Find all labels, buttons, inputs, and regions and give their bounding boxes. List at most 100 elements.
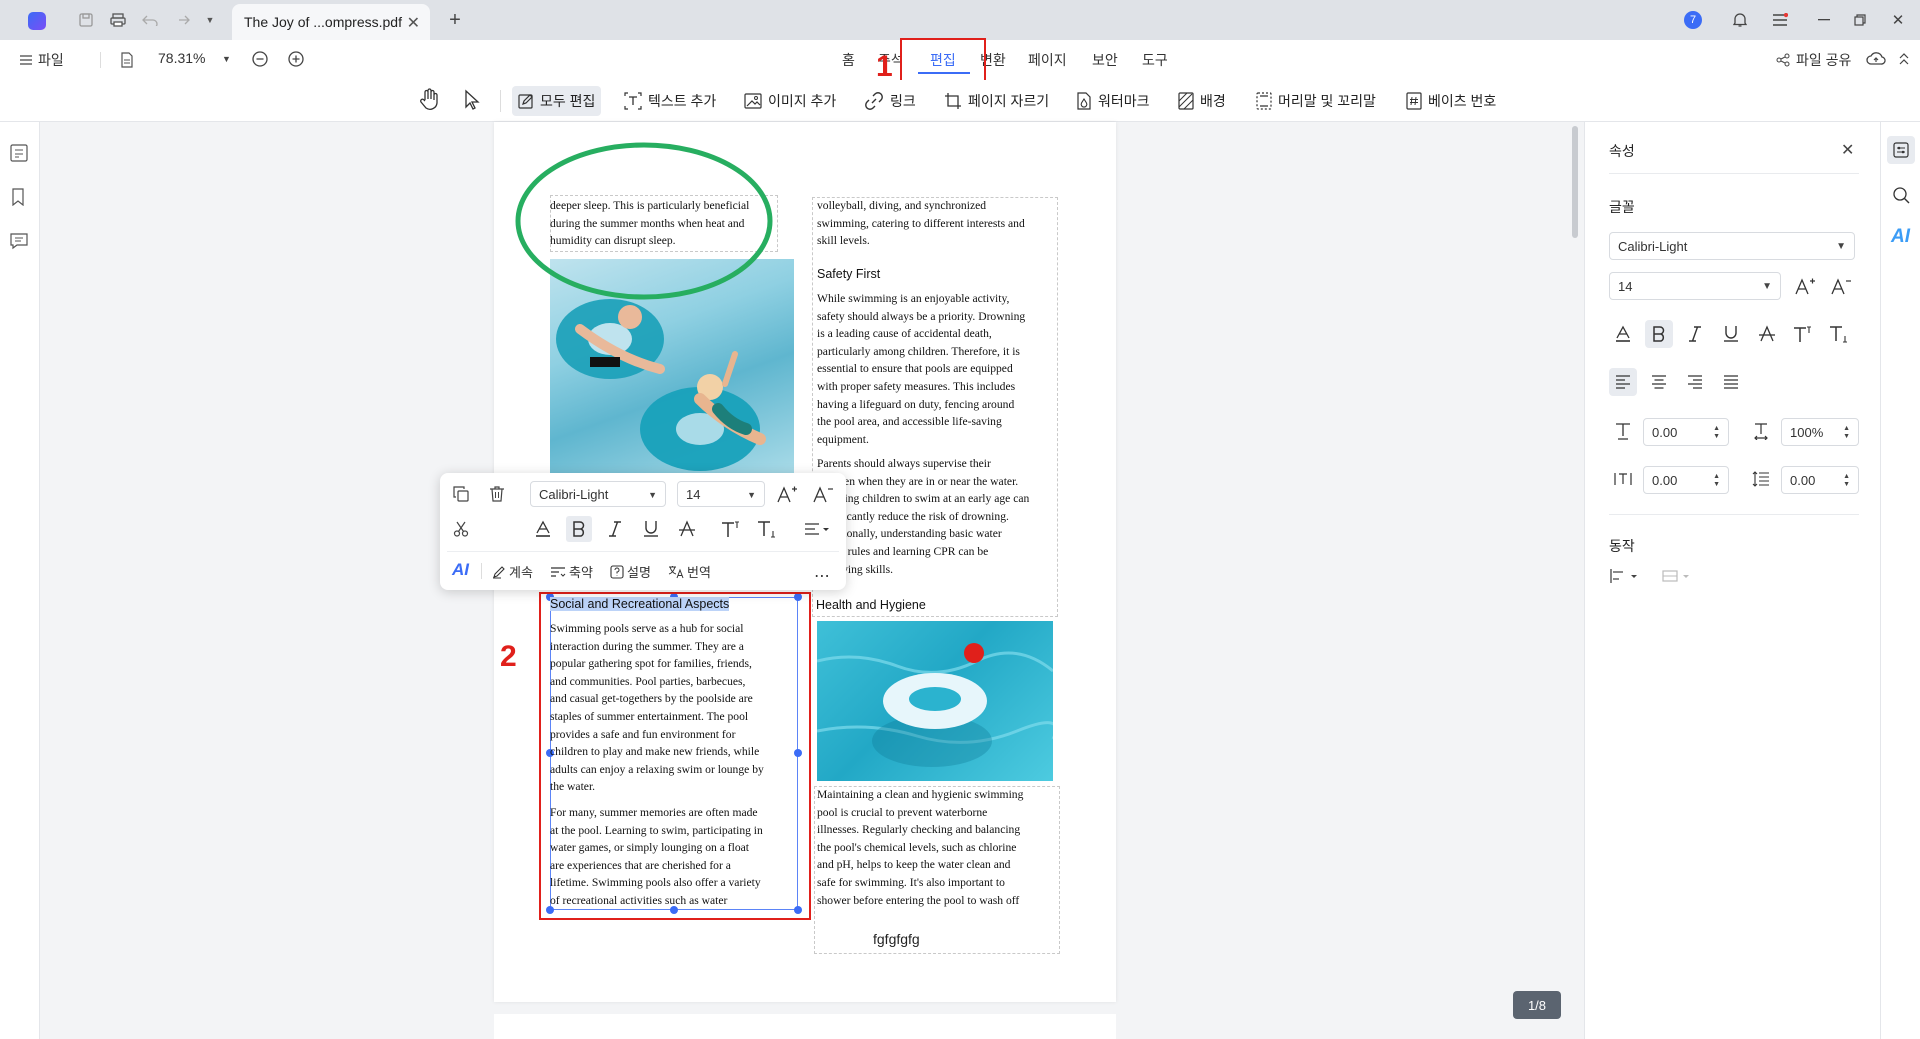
tab-tools[interactable]: 도구 — [1142, 50, 1168, 70]
file-menu[interactable]: 파일 — [20, 50, 64, 70]
ai-assistant-button[interactable]: AI — [452, 560, 469, 580]
panel-decrease-font-icon[interactable] — [1827, 272, 1855, 300]
bookmark-icon[interactable] — [10, 188, 30, 208]
paragraph-spacing-input[interactable]: 0.00 ▲ ▼ — [1643, 466, 1729, 494]
ai-explain-button[interactable]: 설명 — [610, 562, 651, 581]
zoom-level[interactable]: 78.31% — [158, 50, 205, 66]
character-spacing-input[interactable]: 0.00 ▲ ▼ — [1643, 418, 1729, 446]
heading-health-hygiene[interactable]: Health and Hygiene — [816, 598, 926, 612]
watermark-button[interactable]: 워터마크 — [1070, 86, 1156, 116]
stepper-icon[interactable]: ▲ ▼ — [1843, 473, 1850, 489]
add-text-button[interactable]: 텍스트 추가 — [618, 86, 722, 116]
more-options-icon[interactable]: ⋯ — [814, 566, 831, 586]
delete-icon[interactable] — [484, 481, 510, 507]
ai-sidebar-icon[interactable]: AI — [1891, 226, 1910, 248]
notification-badge[interactable]: 7 — [1684, 11, 1702, 29]
print-icon[interactable] — [108, 10, 128, 30]
search-icon[interactable] — [1892, 186, 1910, 204]
underline-icon[interactable] — [638, 516, 664, 542]
restore-icon[interactable] — [1850, 10, 1870, 30]
text-block-safety-1[interactable]: While swimming is an enjoyable activity,… — [817, 290, 1057, 448]
align-right-icon[interactable] — [1681, 368, 1709, 396]
redo-icon[interactable] — [172, 10, 192, 30]
stepper-icon[interactable]: ▲ ▼ — [1713, 425, 1720, 441]
close-window-icon[interactable]: ✕ — [1888, 10, 1908, 30]
subscript-icon[interactable] — [754, 516, 780, 542]
pool-float-image[interactable] — [817, 621, 1053, 781]
page-thumbnail-icon[interactable] — [10, 144, 30, 164]
panel-font-family-select[interactable]: Calibri-Light ▼ — [1609, 232, 1855, 260]
comment-icon[interactable] — [10, 232, 30, 252]
decrease-font-size-icon[interactable] — [810, 481, 836, 507]
panel-font-size-select[interactable]: 14 ▼ — [1609, 272, 1781, 300]
zoom-out-icon[interactable] — [251, 50, 269, 68]
superscript-icon[interactable] — [718, 516, 744, 542]
save-icon[interactable] — [76, 10, 96, 30]
text-block-safety-2[interactable]: Parents should always supervise their ch… — [817, 455, 1057, 578]
tab-page[interactable]: 페이지 — [1028, 50, 1067, 70]
document-tab[interactable]: The Joy of ...ompress.pdf ✕ — [232, 4, 430, 40]
stepper-icon[interactable]: ▲ ▼ — [1843, 425, 1850, 441]
distribute-objects-dropdown[interactable] — [1661, 568, 1693, 584]
add-image-button[interactable]: 이미지 추가 — [738, 86, 842, 116]
quick-access-dropdown-icon[interactable]: ▼ — [200, 10, 220, 30]
collapse-ribbon-icon[interactable] — [1898, 52, 1910, 66]
panel-text-color-icon[interactable] — [1609, 320, 1637, 348]
ai-continue-button[interactable]: 계속 — [492, 562, 533, 581]
page-indicator[interactable]: 1/8 — [1513, 991, 1561, 1019]
panel-italic-icon[interactable] — [1681, 320, 1709, 348]
align-justify-icon[interactable] — [1717, 368, 1745, 396]
tab-security[interactable]: 보안 — [1092, 50, 1118, 70]
text-block-health[interactable]: Maintaining a clean and hygienic swimmin… — [817, 786, 1062, 909]
font-family-select[interactable]: Calibri-Light ▼ — [530, 481, 666, 507]
scale-input[interactable]: 100% ▲ ▼ — [1781, 418, 1859, 446]
align-center-icon[interactable] — [1645, 368, 1673, 396]
bates-number-button[interactable]: 베이츠 번호 — [1400, 86, 1502, 116]
footer-text[interactable]: fgfgfgfg — [873, 931, 920, 947]
bell-icon[interactable] — [1730, 10, 1750, 30]
panel-bold-icon[interactable] — [1645, 320, 1673, 348]
background-button[interactable]: 배경 — [1172, 86, 1232, 116]
ai-translate-button[interactable]: 번역 — [668, 562, 711, 581]
minimize-icon[interactable] — [1814, 10, 1834, 30]
copy-icon[interactable] — [448, 481, 474, 507]
hand-tool-icon[interactable] — [418, 88, 440, 112]
panel-increase-font-icon[interactable] — [1791, 272, 1819, 300]
align-objects-dropdown[interactable] — [1609, 568, 1641, 584]
vertical-scrollbar[interactable] — [1572, 126, 1578, 238]
line-spacing-input[interactable]: 0.00 ▲ ▼ — [1781, 466, 1859, 494]
zoom-dropdown-icon[interactable]: ▼ — [222, 54, 231, 64]
tab-home[interactable]: 홈 — [842, 50, 855, 70]
link-button[interactable]: 링크 — [858, 86, 922, 116]
align-dropdown-icon[interactable] — [800, 516, 834, 542]
text-color-icon[interactable] — [530, 516, 556, 542]
panel-underline-icon[interactable] — [1717, 320, 1745, 348]
italic-icon[interactable] — [602, 516, 628, 542]
edit-all-button[interactable]: 모두 편집 — [512, 86, 602, 116]
cloud-upload-icon[interactable] — [1866, 50, 1886, 66]
ai-summarize-button[interactable]: 축약 — [550, 562, 593, 581]
header-footer-button[interactable]: 머리말 및 꼬리말 — [1250, 86, 1382, 116]
cut-icon[interactable] — [448, 516, 474, 542]
bold-icon[interactable] — [566, 516, 592, 542]
share-file-button[interactable]: 파일 공유 — [1776, 50, 1851, 70]
text-block-sports[interactable]: volleyball, diving, and synchronized swi… — [817, 197, 1057, 250]
increase-font-size-icon[interactable] — [774, 481, 800, 507]
panel-subscript-icon[interactable] — [1825, 320, 1853, 348]
new-tab-icon[interactable]: + — [445, 9, 465, 31]
properties-toggle-icon[interactable] — [1887, 136, 1915, 164]
panel-strikethrough-icon[interactable] — [1753, 320, 1781, 348]
select-tool-icon[interactable] — [464, 89, 480, 111]
strikethrough-icon[interactable] — [674, 516, 700, 542]
stepper-icon[interactable]: ▲ ▼ — [1713, 473, 1720, 489]
close-panel-icon[interactable]: ✕ — [1841, 140, 1854, 160]
font-size-select[interactable]: 14 ▼ — [677, 481, 765, 507]
panel-superscript-icon[interactable] — [1789, 320, 1817, 348]
close-tab-icon[interactable]: ✕ — [407, 13, 420, 33]
page-view-icon[interactable] — [120, 52, 134, 68]
crop-page-button[interactable]: 페이지 자르기 — [938, 86, 1055, 116]
menu-icon[interactable] — [1770, 10, 1790, 30]
heading-safety-first[interactable]: Safety First — [817, 267, 880, 281]
align-left-icon[interactable] — [1609, 368, 1637, 396]
zoom-in-icon[interactable] — [287, 50, 305, 68]
